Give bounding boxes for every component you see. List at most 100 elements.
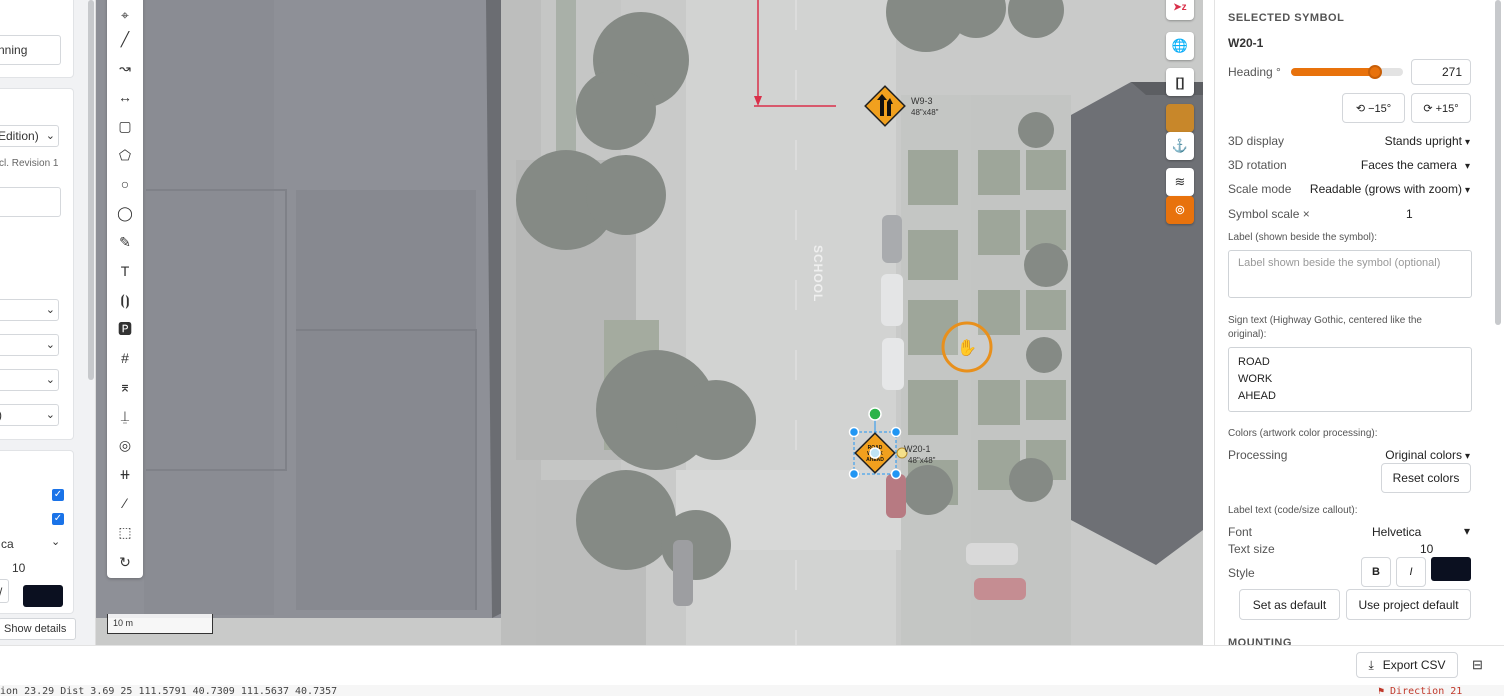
heading-input[interactable]: 271: [1411, 59, 1471, 85]
point-tool-icon[interactable]: ⌖: [113, 3, 137, 27]
option-select-4[interactable]: )⌄: [0, 404, 59, 426]
map-canvas[interactable]: SCHOOL W9-3 48"x48" AHEAD W20-1 48"x48" …: [96, 0, 1203, 645]
option-select-2[interactable]: ⌄: [0, 334, 59, 356]
option-select-3[interactable]: ⌄: [0, 369, 59, 391]
set-as-default-button[interactable]: Set as default: [1239, 589, 1340, 620]
label-tool-icon[interactable]: ⦗⦘: [113, 288, 137, 312]
colors-title: Colors (artwork color processing):: [1228, 428, 1378, 439]
parking-tool-icon[interactable]: 🅿: [113, 317, 137, 341]
option-select-4-value: ): [0, 408, 2, 422]
curve-tool-icon[interactable]: ↝: [113, 56, 137, 80]
show-details-button[interactable]: Show details: [0, 618, 76, 640]
display-select[interactable]: Stands upright ▾: [1385, 134, 1470, 148]
sign-text-textarea[interactable]: ROAD WORK AHEAD: [1228, 347, 1472, 412]
anchor-button[interactable]: ⚓: [1166, 132, 1194, 160]
barricade-tool-icon[interactable]: ⍊: [113, 404, 137, 428]
sign-text-line: AHEAD: [1238, 390, 1276, 402]
bold-button[interactable]: B: [1361, 557, 1391, 587]
line-tool-icon[interactable]: ╱: [113, 27, 137, 51]
target-tool-icon[interactable]: ◎: [113, 433, 137, 457]
heading-slider[interactable]: [1291, 65, 1403, 79]
heading-slider-thumb[interactable]: [1368, 65, 1382, 79]
active-tool-button[interactable]: ⊚: [1166, 196, 1194, 224]
sign-text-line: ROAD: [1238, 356, 1270, 368]
label-color-swatch[interactable]: [1431, 557, 1471, 581]
export-csv-button[interactable]: ⤓ Export CSV: [1356, 652, 1458, 678]
project-card: nning: [0, 0, 74, 78]
option-select-1[interactable]: ⌄: [0, 299, 59, 321]
rotate-tool-icon[interactable]: ↻: [113, 550, 137, 574]
globe-icon: 🌐: [1171, 38, 1189, 53]
download-icon: ⤓: [1368, 657, 1374, 672]
use-project-default-button[interactable]: Use project default: [1346, 589, 1471, 620]
style-label: Style: [1228, 566, 1255, 580]
label-text-title: Label text (code/size callout):: [1228, 505, 1358, 516]
font-label: Font: [1228, 525, 1253, 539]
fit-bounds-button[interactable]: []: [1166, 68, 1194, 96]
reset-colors-button[interactable]: Reset colors: [1381, 463, 1471, 493]
revision-text: cl. Revision 1: [0, 158, 59, 169]
font-select-value[interactable]: ca: [1, 537, 14, 551]
edition-select[interactable]: Edition) ⌄: [0, 125, 59, 147]
symbol-code: W20-1: [1228, 36, 1264, 50]
text-size-value[interactable]: 10: [12, 561, 25, 575]
resize-handle[interactable]: [848, 426, 860, 438]
rail-tool-icon[interactable]: ⧺: [113, 462, 137, 486]
measure-tool-icon[interactable]: ↔: [113, 85, 137, 109]
label-textarea[interactable]: Label shown beside the symbol (optional): [1228, 250, 1472, 298]
globe-button[interactable]: 🌐: [1166, 32, 1194, 60]
resize-handle[interactable]: [890, 426, 902, 438]
status-text: ion 23.29 Dist 3.69 25 111.5791 40.7309 …: [0, 686, 338, 696]
chevron-down-icon: ⌄: [45, 409, 55, 421]
rotate-handle[interactable]: [868, 407, 882, 421]
chevron-down-icon: ▾: [1464, 137, 1470, 148]
symbol-scale-input[interactable]: 1: [1406, 207, 1413, 221]
area-select-tool-icon[interactable]: ⬚: [113, 520, 137, 544]
panel-toggle-icon[interactable]: ⊟: [1472, 657, 1483, 673]
bottom-bar: ⤓ Export CSV ⊟: [0, 645, 1504, 685]
pencil-tool-icon[interactable]: ✎: [113, 230, 137, 254]
rectangle-tool-icon[interactable]: ▢: [113, 114, 137, 138]
ellipse-tool-icon[interactable]: ◯: [113, 201, 137, 225]
right-panel-scrollbar[interactable]: [1495, 0, 1501, 325]
imagery-button[interactable]: [1166, 104, 1194, 132]
rotation-select[interactable]: Faces the camera ▾: [1361, 158, 1470, 172]
checkbox-2[interactable]: ✓: [52, 513, 64, 525]
svg-text:SCHOOL: SCHOOL: [811, 245, 825, 302]
path-tool-icon[interactable]: ⌆: [113, 375, 137, 399]
brush-tool-icon[interactable]: ⁄: [113, 491, 137, 515]
italic-button[interactable]: /: [0, 579, 9, 603]
processing-select[interactable]: Original colors ▾: [1385, 448, 1470, 462]
rotate-left-button[interactable]: ⟲ −15°: [1342, 93, 1405, 123]
resize-handle[interactable]: [848, 468, 860, 480]
scale-mode-select[interactable]: Readable (grows with zoom) ▾: [1310, 182, 1470, 196]
symbol-properties-panel: SELECTED SYMBOL W20-1 Heading ° 271 ⟲ −1…: [1214, 0, 1482, 645]
text-size-input[interactable]: 10: [1420, 542, 1433, 556]
italic-button[interactable]: I: [1396, 557, 1426, 587]
north-arrow-icon: ➤z: [1173, 1, 1187, 13]
circle-tool-icon[interactable]: ○: [113, 172, 137, 196]
hand-cursor-icon: ✋: [941, 321, 993, 373]
text-color-swatch[interactable]: [23, 585, 63, 607]
edition-select-value: Edition): [0, 129, 39, 143]
text-tool-icon[interactable]: T: [113, 259, 137, 283]
project-field[interactable]: nning: [0, 35, 61, 65]
processing-value: Original colors: [1385, 448, 1462, 462]
status-direction: ⚑ Direction 21: [1378, 686, 1463, 696]
left-panel-scrollbar[interactable]: [88, 0, 94, 380]
polygon-tool-icon[interactable]: ⬠: [113, 143, 137, 167]
layers-button[interactable]: ≋: [1166, 168, 1194, 196]
sign-w9-3-code: W9-3: [911, 96, 933, 106]
chevron-down-icon[interactable]: ⌄: [51, 535, 60, 548]
heading-label: Heading °: [1228, 65, 1281, 79]
chevron-down-icon[interactable]: ▾: [1464, 524, 1470, 538]
scale-bar: 10 m: [107, 614, 213, 634]
font-value[interactable]: Helvetica: [1372, 525, 1421, 539]
checkbox-1[interactable]: ✓: [52, 489, 64, 501]
rotate-right-button[interactable]: ⟳ +15°: [1411, 93, 1471, 123]
crosswalk-tool-icon[interactable]: #: [113, 346, 137, 370]
north-arrow-button[interactable]: ➤z: [1166, 0, 1194, 20]
signal-icon: ⊚: [1174, 202, 1186, 217]
resize-handle[interactable]: [890, 468, 902, 480]
settings-field[interactable]: [0, 187, 61, 217]
